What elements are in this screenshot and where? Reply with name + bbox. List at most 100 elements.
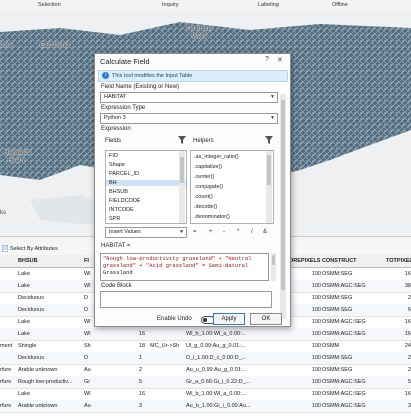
ok-button[interactable]: OK xyxy=(250,313,282,325)
table-cell[interactable]: 100 xyxy=(289,331,321,337)
operator-plus-button[interactable]: + xyxy=(209,229,213,235)
list-item[interactable]: FIELDCODE xyxy=(109,198,140,204)
table-cell[interactable]: OSMM:SEG xyxy=(322,271,384,277)
fields-scrollbar[interactable] xyxy=(179,151,185,223)
table-cell[interactable]: 5 xyxy=(139,379,149,385)
scroll-thumb[interactable] xyxy=(180,157,184,183)
table-cell[interactable]: Au xyxy=(84,403,96,409)
operator-equals-button[interactable]: = xyxy=(193,229,197,235)
helpers-list[interactable]: .as_integer_ratio() .capitalize() .cente… xyxy=(190,150,274,224)
table-cell[interactable]: Arable unknown xyxy=(18,403,82,409)
table-cell[interactable]: 3 xyxy=(386,403,411,409)
list-item[interactable]: .center() xyxy=(194,174,214,180)
table-cell[interactable]: 100 xyxy=(289,355,321,361)
table-cell[interactable]: 100 xyxy=(289,391,321,397)
table-cell[interactable]: rfure xyxy=(0,403,17,409)
table-cell[interactable]: D_l_1.00:D_c_0.00:D_... xyxy=(186,355,250,361)
scroll-thumb[interactable] xyxy=(272,255,275,265)
table-cell[interactable]: Wl_b_1.00:Wl_a_0.00:... xyxy=(186,391,250,397)
scroll-thumb[interactable] xyxy=(267,155,271,185)
list-item[interactable]: .count() xyxy=(194,194,213,200)
operator-divide-button[interactable]: / xyxy=(251,229,253,235)
fields-list[interactable]: FID Shape PARCEL_ID BH BHSUB FIELDCODE I… xyxy=(105,150,187,224)
table-cell[interactable]: Au xyxy=(84,367,96,373)
table-cell[interactable]: Sh xyxy=(84,343,96,349)
table-cell[interactable]: 100 xyxy=(289,403,321,409)
table-cell[interactable]: Lake xyxy=(18,271,82,277)
table-cell[interactable]: Au_b_1.00:Gi_i_0.00:Au... xyxy=(186,403,250,409)
expression-editor[interactable]: "Rough low-productivity grassland" + "Ne… xyxy=(100,253,269,281)
list-item[interactable]: .capitalize() xyxy=(194,164,222,170)
table-cell[interactable]: 100 xyxy=(289,295,321,301)
table-cell[interactable]: 1 xyxy=(139,355,149,361)
list-item[interactable]: .denominator() xyxy=(194,214,230,220)
list-item[interactable]: .conjugate() xyxy=(194,184,223,190)
col-header-construct[interactable]: CONSTRUCT xyxy=(322,258,362,264)
operator-minus-button[interactable]: - xyxy=(223,229,225,235)
table-cell[interactable]: Shingle xyxy=(18,343,82,349)
table-cell[interactable]: Lake xyxy=(18,319,82,325)
table-cell[interactable]: 18 xyxy=(139,343,149,349)
table-cell[interactable]: 2 xyxy=(139,367,149,373)
table-cell[interactable]: 24 xyxy=(386,343,411,349)
table-cell[interactable]: OSMM:AGC:SEG xyxy=(322,379,384,385)
list-item[interactable]: PARCEL_ID xyxy=(109,171,139,177)
table-cell[interactable]: rfure xyxy=(0,367,17,373)
table-cell[interactable]: OSMM:AGC:SEG xyxy=(322,319,384,325)
operator-and-button[interactable]: & xyxy=(263,229,267,235)
table-cell[interactable]: 100 xyxy=(289,307,321,313)
table-row[interactable]: rfure Arable unknown Au 3 Au_b_1.00:Gi_i_0.0… xyxy=(0,400,411,413)
table-cell[interactable]: 16 xyxy=(386,331,411,337)
table-cell[interactable]: 100 xyxy=(289,271,321,277)
list-item[interactable]: FID xyxy=(109,153,118,159)
table-cell[interactable]: 16 xyxy=(139,391,149,397)
table-cell[interactable]: OSMM:SEG xyxy=(322,367,384,373)
table-cell[interactable]: Gr xyxy=(84,379,96,385)
table-cell[interactable]: 2 xyxy=(386,295,411,301)
ribbon-group-offline[interactable]: Offline xyxy=(332,2,348,8)
table-cell[interactable]: 3 xyxy=(139,403,149,409)
table-cell[interactable]: 100 xyxy=(289,283,321,289)
field-name-select[interactable]: HABITAT ▼ xyxy=(100,92,278,103)
table-cell[interactable]: Lake xyxy=(18,391,82,397)
table-cell[interactable]: 100 xyxy=(289,343,321,349)
ribbon-group-selection[interactable]: Selection xyxy=(38,2,61,8)
col-header-totpixel[interactable]: TOTPIXEL xyxy=(386,258,411,264)
ribbon-group-inquiry[interactable]: Inquiry xyxy=(162,2,179,8)
table-cell[interactable]: Gr_a_0.66:Gi_i_0.22:D_... xyxy=(186,379,250,385)
list-item[interactable]: .as_integer_ratio() xyxy=(194,154,239,160)
table-cell[interactable]: OSMM:SEG xyxy=(322,307,384,313)
table-cell[interactable]: Ul_g_0.99:Au_g_0.01:... xyxy=(186,343,250,349)
table-cell[interactable]: 16 xyxy=(386,391,411,397)
table-cell[interactable]: 16 xyxy=(386,271,411,277)
filter-icon[interactable] xyxy=(178,136,186,146)
dialog-titlebar[interactable]: Calculate Field ? ✕ xyxy=(95,54,290,68)
list-item[interactable]: SPR xyxy=(109,216,120,222)
code-block-editor[interactable] xyxy=(100,291,272,308)
table-cell[interactable]: 5 xyxy=(386,379,411,385)
table-cell[interactable]: 16 xyxy=(139,331,149,337)
ribbon-group-labeling[interactable]: Labeling xyxy=(258,2,279,8)
col-header-orepixels[interactable]: OREPIXELS xyxy=(289,258,321,264)
list-item[interactable]: BHSUB xyxy=(109,189,128,195)
table-cell[interactable]: 2 xyxy=(386,355,411,361)
table-cell[interactable]: D xyxy=(84,355,96,361)
helpers-scrollbar[interactable] xyxy=(266,151,272,223)
table-cell[interactable]: 2 xyxy=(386,367,411,373)
table-cell[interactable]: OSMM:AGC:SEG xyxy=(322,403,384,409)
table-cell[interactable]: Au_u_0.99:Au_g_0.01:... xyxy=(186,367,250,373)
table-cell[interactable]: OSMM xyxy=(322,343,384,349)
table-cell[interactable]: Lake xyxy=(18,331,82,337)
table-cell[interactable]: Deciduous xyxy=(18,295,82,301)
dialog-scrollbar[interactable] xyxy=(280,94,286,319)
table-cell[interactable]: 100 xyxy=(289,319,321,325)
table-cell[interactable]: OSMM:SEG xyxy=(322,355,384,361)
list-item[interactable]: Shape xyxy=(109,162,125,168)
table-cell[interactable]: Arable unknown xyxy=(18,367,82,373)
table-cell[interactable]: Wl xyxy=(84,391,96,397)
table-cell[interactable]: Wl_b_1.00:Wl_a_0.00:... xyxy=(186,331,250,337)
expression-type-select[interactable]: Python 3 ▼ xyxy=(100,113,278,124)
table-cell[interactable]: 100 xyxy=(289,379,321,385)
list-item-selected[interactable]: BH xyxy=(106,180,186,186)
table-cell[interactable]: Lake xyxy=(18,283,82,289)
